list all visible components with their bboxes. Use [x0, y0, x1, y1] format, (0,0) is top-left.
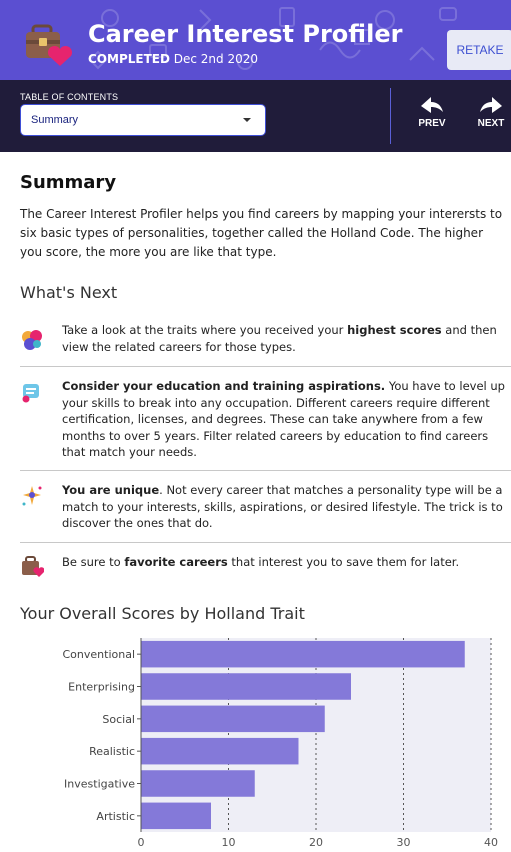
item-text: that interest you to save them for later… [227, 555, 460, 569]
next-button[interactable]: NEXT [469, 96, 511, 140]
divider [20, 542, 511, 543]
completion-date: Dec 2nd 2020 [173, 52, 259, 66]
y-tick-label: Enterprising [68, 681, 135, 694]
sparkle-unique-icon [22, 486, 42, 506]
divider [20, 470, 511, 471]
item-text: Be sure to [62, 555, 125, 569]
divider [20, 366, 511, 367]
next-item-highest-scores: Take a look at the traits where you rece… [20, 322, 511, 362]
y-tick-label: Realistic [89, 745, 135, 758]
toc-selected-value: Summary [31, 114, 79, 126]
next-label: NEXT [477, 118, 505, 129]
scores-heading: Your Overall Scores by Holland Trait [20, 604, 305, 623]
bar-investigative [141, 770, 255, 797]
whats-next-heading: What's Next [20, 283, 118, 302]
next-item-education: Consider your education and training asp… [20, 378, 511, 464]
retake-button[interactable]: RETAKE [447, 30, 511, 70]
y-tick-label: Artistic [96, 810, 135, 823]
next-item-favorite: Be sure to favorite careers that interes… [20, 554, 511, 578]
briefcase-heart-icon [22, 556, 44, 577]
y-tick-label: Conventional [63, 648, 136, 661]
status-badge: COMPLETED [88, 52, 170, 66]
arrow-back-icon [421, 97, 443, 113]
holland-scores-chart: 0 10 20 30 40 Conventional Enterprising Social R… [63, 638, 498, 849]
summary-heading: Summary [20, 172, 117, 193]
item-bold: Consider your education and training asp… [62, 379, 386, 393]
bar-social [141, 705, 325, 733]
x-tick-label: 30 [397, 836, 411, 849]
y-tick-label: Investigative [64, 778, 135, 791]
x-tick-label: 40 [484, 836, 498, 849]
bar-conventional [141, 640, 465, 668]
next-item-unique: You are unique. Not every career that ma… [20, 482, 511, 538]
arrow-forward-icon [480, 97, 502, 113]
bar-artistic [141, 802, 211, 830]
y-tick-label: Social [102, 713, 135, 726]
item-bold: You are unique [62, 483, 160, 497]
item-bold: highest scores [347, 323, 442, 337]
education-scroll-icon [22, 384, 39, 403]
x-tick-label: 20 [309, 836, 323, 849]
traits-blob-icon [22, 330, 42, 350]
toc-divider [390, 88, 391, 144]
page-title: Career Interest Profiler [88, 20, 403, 48]
bar-realistic [141, 737, 299, 765]
x-tick-label: 0 [138, 836, 145, 849]
toc-dropdown[interactable]: Summary [20, 104, 266, 136]
toc-label: TABLE OF CONTENTS [20, 92, 119, 102]
prev-button[interactable]: PREV [410, 96, 454, 140]
item-bold: favorite careers [124, 555, 228, 569]
x-tick-label: 10 [222, 836, 236, 849]
completion-status: COMPLETED Dec 2nd 2020 [88, 52, 258, 66]
bar-enterprising [141, 673, 351, 700]
summary-intro: The Career Interest Profiler helps you f… [20, 207, 503, 259]
chevron-down-icon [243, 118, 251, 122]
app-header: Career Interest Profiler COMPLETED Dec 2… [0, 0, 511, 80]
prev-label: PREV [418, 118, 446, 129]
briefcase-heart-icon [26, 24, 73, 66]
item-text: Take a look at the traits where you rece… [62, 323, 348, 337]
